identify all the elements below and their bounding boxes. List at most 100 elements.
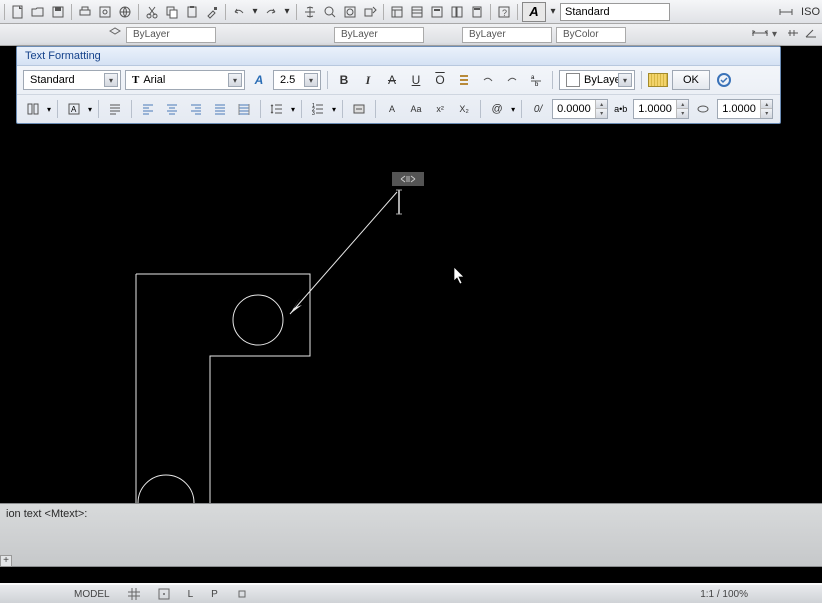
redo-dropdown-icon[interactable]: ▾ — [282, 3, 292, 21]
command-text: ion text <Mtext>: — [6, 508, 816, 522]
help-icon[interactable]: ? — [495, 3, 513, 21]
mtext-tab-widget[interactable] — [392, 172, 424, 186]
osnap-icon[interactable] — [232, 587, 252, 601]
stack-button[interactable] — [454, 70, 474, 90]
uppercase-button[interactable]: A — [382, 99, 402, 119]
chevron-down-icon[interactable]: ▾ — [618, 73, 632, 87]
open-icon[interactable] — [29, 3, 47, 21]
annotative-icon[interactable]: A — [249, 70, 269, 90]
bold-button[interactable]: B — [334, 70, 354, 90]
snap-icon[interactable] — [154, 587, 174, 601]
text-formatting-panel: Text Formatting Standard ▾ T Arial ▾ A 2… — [16, 46, 781, 124]
italic-button[interactable]: I — [358, 70, 378, 90]
scale-label[interactable]: 1:1 / 100% — [696, 587, 752, 601]
columns-icon[interactable] — [23, 99, 43, 119]
preview-icon[interactable] — [96, 3, 114, 21]
redo-icon[interactable] — [262, 3, 280, 21]
ok-button[interactable]: OK — [672, 70, 710, 90]
annotative-dropdown-icon[interactable]: ▾ — [548, 3, 558, 21]
align-right-icon[interactable] — [186, 99, 206, 119]
undo-text-icon[interactable] — [478, 70, 498, 90]
dsettings-icon[interactable] — [408, 3, 426, 21]
copy-icon[interactable] — [163, 3, 181, 21]
status-bar: MODEL L P 1:1 / 100% — [0, 583, 822, 603]
symbol-button[interactable]: @ — [487, 99, 507, 119]
dim-style-label: ISO — [801, 6, 820, 18]
ruler-icon[interactable] — [648, 73, 668, 87]
calc-icon[interactable] — [468, 3, 486, 21]
qnew-icon[interactable] — [9, 3, 27, 21]
layer-combo[interactable]: ByLayer — [126, 27, 216, 43]
properties-icon[interactable] — [388, 3, 406, 21]
overline-button[interactable]: O — [430, 70, 450, 90]
char-width-icon[interactable] — [693, 99, 713, 119]
annotative-text-icon[interactable]: A — [522, 2, 546, 22]
zoom-window-icon[interactable] — [341, 3, 359, 21]
font-combo[interactable]: T Arial ▾ — [125, 70, 245, 90]
text-style-combo[interactable]: Standard — [560, 3, 670, 21]
pan-icon[interactable] — [301, 3, 319, 21]
width-factor-input[interactable]: 1.0000 ▴▾ — [633, 99, 689, 119]
layer-icon[interactable] — [108, 26, 122, 43]
command-line[interactable]: ion text <Mtext>: — [0, 503, 822, 567]
superscript-button[interactable]: x² — [430, 99, 450, 119]
style-value: Standard — [30, 74, 75, 86]
text-panel-row-2: ▾ A ▾ ▾ 123 ▾ A Aa x² X₂ @ ▾ 0/ 0.0000 ▴… — [17, 95, 780, 123]
polar-p-label[interactable]: P — [207, 587, 222, 601]
cut-icon[interactable] — [143, 3, 161, 21]
paragraph-icon[interactable] — [105, 99, 125, 119]
lowercase-button[interactable]: Aa — [406, 99, 426, 119]
stack-frac-icon[interactable]: ab — [526, 70, 546, 90]
undo-icon[interactable] — [230, 3, 248, 21]
panel-title: Text Formatting — [17, 47, 780, 66]
linetype-combo[interactable]: ByLayer — [462, 27, 552, 43]
model-button[interactable]: MODEL — [70, 587, 114, 601]
color-swatch — [566, 73, 580, 87]
field-icon[interactable] — [349, 99, 369, 119]
zoom-prev-icon[interactable] — [361, 3, 379, 21]
numbering-icon[interactable]: 123 — [308, 99, 328, 119]
dim-icon[interactable] — [777, 3, 795, 21]
ortho-l-label[interactable]: L — [184, 587, 198, 601]
sheet-icon[interactable] — [428, 3, 446, 21]
align-left-icon[interactable] — [138, 99, 158, 119]
save-icon[interactable] — [49, 3, 67, 21]
height-combo[interactable]: 2.5 ▾ — [273, 70, 321, 90]
chevron-down-icon[interactable]: ▾ — [304, 73, 318, 87]
align-justify-icon[interactable] — [210, 99, 230, 119]
truetype-icon: T — [132, 74, 139, 86]
align-center-icon[interactable] — [162, 99, 182, 119]
tracking-input[interactable]: 0.0000 ▴▾ — [552, 99, 608, 119]
justify-icon[interactable]: A — [64, 99, 84, 119]
chevron-down-icon[interactable]: ▾ — [228, 73, 242, 87]
oblique-input[interactable]: 1.0000 ▴▾ — [717, 99, 773, 119]
chevron-down-icon[interactable]: ▾ — [104, 73, 118, 87]
undo-dropdown-icon[interactable]: ▾ — [250, 3, 260, 21]
plotstyle-combo[interactable]: ByColor — [556, 27, 626, 43]
style-combo[interactable]: Standard ▾ — [23, 70, 121, 90]
align-dist-icon[interactable] — [234, 99, 254, 119]
color-combo-text[interactable]: ByLayer ▾ — [559, 70, 635, 90]
paste-icon[interactable] — [183, 3, 201, 21]
line-spacing-icon[interactable] — [267, 99, 287, 119]
subscript-button[interactable]: X₂ — [454, 99, 474, 119]
tool-palettes-icon[interactable] — [448, 3, 466, 21]
options-icon[interactable] — [714, 70, 734, 90]
underline-button[interactable]: U — [406, 70, 426, 90]
svg-text:b: b — [535, 82, 539, 87]
print-icon[interactable] — [76, 3, 94, 21]
svg-text:3: 3 — [312, 111, 315, 116]
match-icon[interactable] — [203, 3, 221, 21]
linear-dim-icon[interactable] — [752, 27, 768, 42]
redo-text-icon[interactable] — [502, 70, 522, 90]
width-factor-value: 1.0000 — [638, 103, 672, 115]
strike-button[interactable]: A — [382, 70, 402, 90]
color-combo[interactable]: ByLayer — [334, 27, 424, 43]
angle-dim-icon[interactable] — [804, 27, 818, 42]
oblique-button[interactable]: 0/ — [528, 99, 548, 119]
continue-dim-icon[interactable] — [786, 27, 800, 42]
grid-icon[interactable] — [124, 587, 144, 601]
layout-add-button[interactable]: + — [0, 555, 12, 567]
zoom-icon[interactable] — [321, 3, 339, 21]
publish-icon[interactable] — [116, 3, 134, 21]
